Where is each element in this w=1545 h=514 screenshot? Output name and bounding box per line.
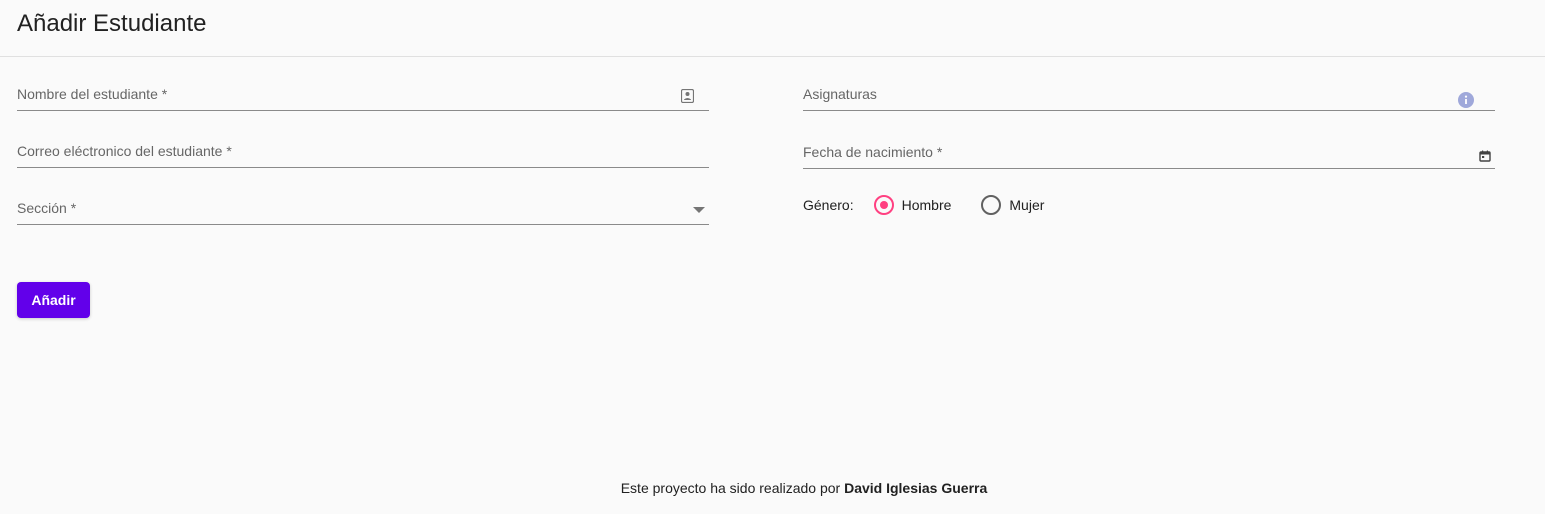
gender-radio-hombre[interactable]: Hombre <box>873 195 952 215</box>
footer: Este proyecto ha sido realizado por Davi… <box>0 480 1545 496</box>
page-title: Añadir Estudiante <box>17 10 207 37</box>
add-student-button[interactable]: Añadir <box>17 282 90 318</box>
radio-unchecked-icon[interactable] <box>981 195 1002 215</box>
student-email-label: Correo eléctronico del estudiante * <box>17 143 232 159</box>
section-label: Sección * <box>17 200 77 216</box>
birthdate-field[interactable]: Fecha de nacimiento * <box>803 142 1495 169</box>
gender-group: Género: Hombre Mujer <box>803 193 1074 217</box>
footer-author: David Iglesias Guerra <box>844 480 988 496</box>
student-name-field[interactable]: Nombre del estudiante * <box>17 84 709 111</box>
student-email-field[interactable]: Correo eléctronico del estudiante * <box>17 141 709 168</box>
gender-option-label: Hombre <box>901 197 952 213</box>
calendar-icon[interactable] <box>1477 148 1493 164</box>
gender-radio-mujer[interactable]: Mujer <box>981 195 1044 215</box>
dropdown-arrow-icon[interactable] <box>691 202 707 218</box>
section-select[interactable]: Sección * <box>17 198 709 225</box>
gender-option-label: Mujer <box>1009 197 1045 213</box>
info-icon[interactable] <box>1458 92 1474 108</box>
student-name-label: Nombre del estudiante * <box>17 86 168 102</box>
contact-card-icon <box>679 88 695 104</box>
birthdate-label: Fecha de nacimiento * <box>803 144 943 160</box>
subjects-field[interactable]: Asignaturas <box>803 84 1495 111</box>
gender-label: Género: <box>803 197 854 213</box>
subjects-label: Asignaturas <box>803 86 877 102</box>
radio-checked-icon[interactable] <box>873 195 894 215</box>
title-divider <box>0 56 1545 57</box>
footer-text: Este proyecto ha sido realizado por <box>620 480 841 496</box>
